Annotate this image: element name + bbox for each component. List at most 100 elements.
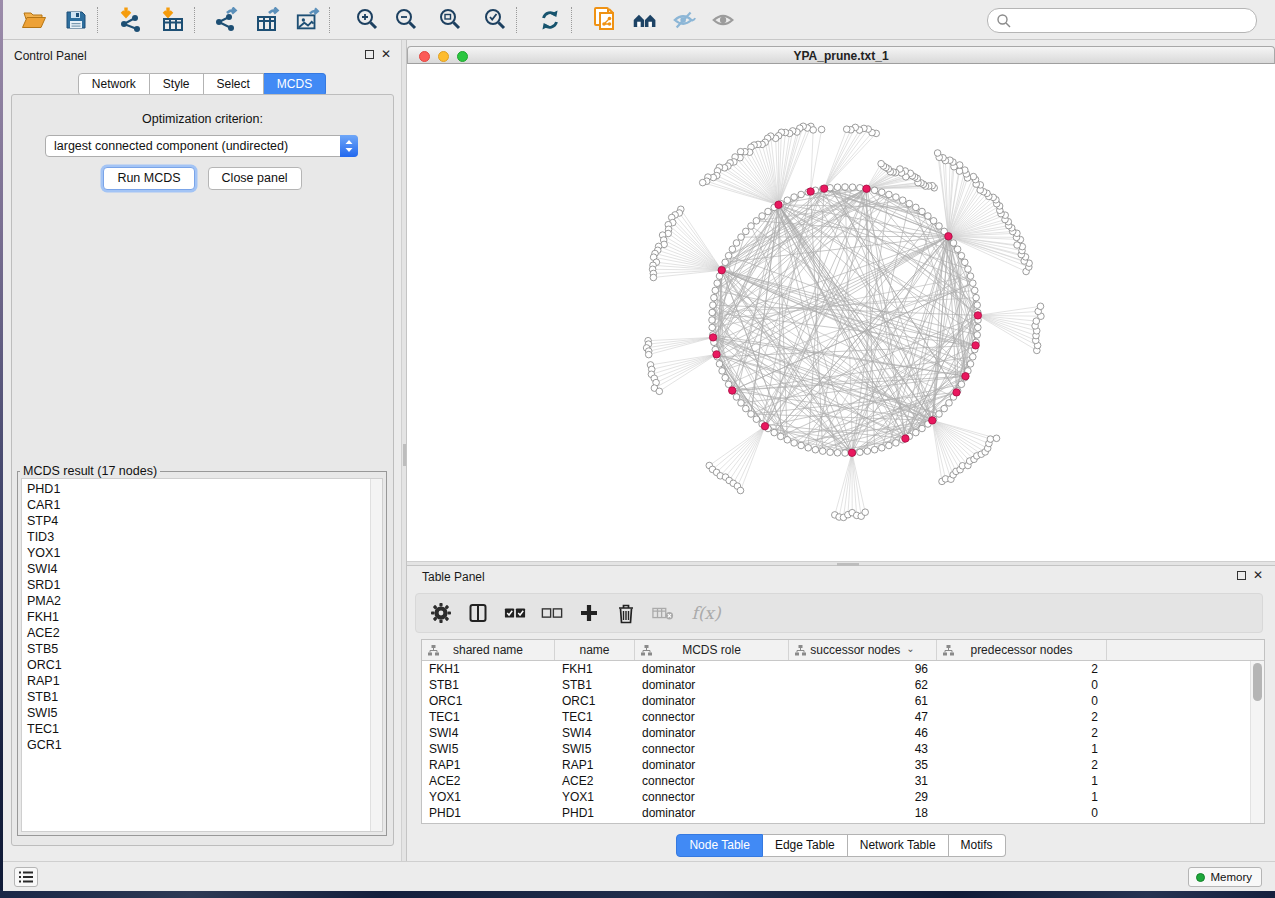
mcds-result-item[interactable]: STP4 xyxy=(27,513,62,529)
tab-node-table[interactable]: Node Table xyxy=(676,834,763,857)
delete-column-icon[interactable] xyxy=(615,602,637,624)
mcds-scrollbar[interactable] xyxy=(370,479,382,831)
show-all-icon[interactable] xyxy=(711,7,737,33)
table-row[interactable]: YOX1YOX1connector291 xyxy=(422,789,1250,805)
mcds-result-item[interactable]: ORC1 xyxy=(27,657,62,673)
table-row[interactable]: FKH1FKH1dominator962 xyxy=(422,661,1250,677)
float-table-panel-icon[interactable] xyxy=(1237,571,1246,580)
tab-edge-table[interactable]: Edge Table xyxy=(763,834,848,857)
zoom-fit-icon[interactable] xyxy=(437,7,463,33)
tab-select[interactable]: Select xyxy=(204,73,264,96)
zoom-in-icon[interactable] xyxy=(354,7,380,33)
column-header-successor-nodes[interactable]: successor nodes xyxy=(789,640,937,660)
list-icon xyxy=(18,870,34,884)
cell-successor-nodes: 35 xyxy=(789,758,937,772)
close-panel-button[interactable]: Close panel xyxy=(208,167,302,190)
new-network-from-selection-icon[interactable] xyxy=(592,7,618,33)
save-session-icon[interactable] xyxy=(63,7,89,33)
table-row[interactable]: SWI5SWI5connector431 xyxy=(422,741,1250,757)
tab-mcds[interactable]: MCDS xyxy=(264,73,326,96)
mcds-result-item[interactable]: PMA2 xyxy=(27,593,62,609)
search-input[interactable] xyxy=(1012,14,1256,28)
cell-MCDS-role: dominator xyxy=(635,694,789,708)
cell-successor-nodes: 61 xyxy=(789,694,937,708)
mcds-result-item[interactable]: YOX1 xyxy=(27,545,62,561)
cell-MCDS-role: dominator xyxy=(635,758,789,772)
export-image-icon[interactable] xyxy=(295,7,321,33)
export-table-icon[interactable] xyxy=(255,7,281,33)
select-all-columns-icon[interactable] xyxy=(504,602,526,624)
cell-shared-name: FKH1 xyxy=(422,662,555,676)
cell-predecessor-nodes: 2 xyxy=(937,710,1107,724)
column-layout-icon[interactable] xyxy=(467,602,489,624)
cell-MCDS-role: connector xyxy=(635,742,789,756)
export-network-icon[interactable] xyxy=(213,7,239,33)
refresh-icon[interactable] xyxy=(537,7,563,33)
tab-network-table[interactable]: Network Table xyxy=(848,834,949,857)
zoom-selected-icon[interactable] xyxy=(482,7,508,33)
float-panel-icon[interactable] xyxy=(365,50,374,59)
function-builder-icon[interactable]: f(x) xyxy=(689,602,723,624)
table-scrollbar[interactable] xyxy=(1250,661,1264,823)
cell-name: STB1 xyxy=(555,678,635,692)
table-row[interactable]: ORC1ORC1dominator610 xyxy=(422,693,1250,709)
mcds-result-item[interactable]: SWI4 xyxy=(27,561,62,577)
table-row[interactable]: STB1STB1dominator620 xyxy=(422,677,1250,693)
cell-name: SWI4 xyxy=(555,726,635,740)
mcds-result-item[interactable]: PHD1 xyxy=(27,481,62,497)
table-row[interactable]: PHD1PHD1dominator180 xyxy=(422,805,1250,821)
close-panel-icon[interactable]: ✕ xyxy=(381,49,391,59)
cell-successor-nodes: 18 xyxy=(789,806,937,820)
cell-successor-nodes: 62 xyxy=(789,678,937,692)
tab-motifs[interactable]: Motifs xyxy=(949,834,1006,857)
table-settings-gear-icon[interactable] xyxy=(430,602,452,624)
zoom-out-icon[interactable] xyxy=(393,7,419,33)
mcds-result-item[interactable]: STB5 xyxy=(27,641,62,657)
task-history-button[interactable] xyxy=(14,867,38,887)
unselect-all-columns-icon[interactable] xyxy=(541,602,563,624)
network-canvas[interactable] xyxy=(407,64,1275,561)
import-network-icon[interactable] xyxy=(118,7,144,33)
hide-selected-icon[interactable] xyxy=(672,7,698,33)
cell-shared-name: SWI5 xyxy=(422,742,555,756)
memory-status-icon xyxy=(1196,873,1205,882)
cell-name: YOX1 xyxy=(555,790,635,804)
column-header-name[interactable]: name xyxy=(555,640,635,660)
mcds-result-item[interactable]: STB1 xyxy=(27,689,62,705)
mcds-result-item[interactable]: TEC1 xyxy=(27,721,62,737)
tab-network[interactable]: Network xyxy=(78,73,150,96)
mcds-result-item[interactable]: GCR1 xyxy=(27,737,62,753)
tab-style[interactable]: Style xyxy=(150,73,204,96)
cell-MCDS-role: dominator xyxy=(635,662,789,676)
mcds-result-item[interactable]: SRD1 xyxy=(27,577,62,593)
mcds-result-item[interactable]: FKH1 xyxy=(27,609,62,625)
column-header-MCDS-role[interactable]: MCDS role xyxy=(635,640,789,660)
table-row[interactable]: SWI4SWI4dominator462 xyxy=(422,725,1250,741)
add-column-icon[interactable] xyxy=(578,602,600,624)
mcds-result-item[interactable]: RAP1 xyxy=(27,673,62,689)
table-header-row: shared namenameMCDS rolesuccessor nodesp… xyxy=(422,640,1264,661)
first-neighbors-icon[interactable] xyxy=(632,7,658,33)
column-header-predecessor-nodes[interactable]: predecessor nodes xyxy=(937,640,1107,660)
run-mcds-button[interactable]: Run MCDS xyxy=(103,167,194,190)
column-header-shared-name[interactable]: shared name xyxy=(422,640,555,660)
mcds-result-item[interactable]: SWI5 xyxy=(27,705,62,721)
open-file-icon[interactable] xyxy=(21,7,47,33)
table-row[interactable]: ACE2ACE2connector311 xyxy=(422,773,1250,789)
network-view-titlebar[interactable]: YPA_prune.txt_1 xyxy=(407,46,1275,64)
cell-MCDS-role: connector xyxy=(635,774,789,788)
status-bar: Memory xyxy=(3,861,1275,891)
mcds-result-item[interactable]: TID3 xyxy=(27,529,62,545)
memory-button[interactable]: Memory xyxy=(1188,867,1262,887)
optimization-dropdown[interactable]: largest connected component (undirected) xyxy=(45,135,358,157)
mcds-result-item[interactable]: ACE2 xyxy=(27,625,62,641)
mcds-result-item[interactable]: CAR1 xyxy=(27,497,62,513)
cell-successor-nodes: 96 xyxy=(789,662,937,676)
toolbar-separator xyxy=(329,7,330,33)
close-table-panel-icon[interactable]: ✕ xyxy=(1253,570,1263,580)
delete-table-icon[interactable] xyxy=(652,602,674,624)
import-table-icon[interactable] xyxy=(160,7,186,33)
table-row[interactable]: RAP1RAP1dominator352 xyxy=(422,757,1250,773)
cell-predecessor-nodes: 1 xyxy=(937,774,1107,788)
table-row[interactable]: TEC1TEC1connector472 xyxy=(422,709,1250,725)
